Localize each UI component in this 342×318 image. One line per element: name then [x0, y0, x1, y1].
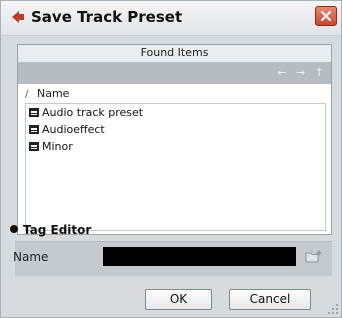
tag-editor-toggle-icon[interactable] [10, 225, 18, 233]
preset-name-field[interactable] [103, 247, 296, 266]
sort-indicator-icon: ∕ [25, 89, 29, 100]
add-attribute-icon[interactable] [305, 249, 323, 263]
list-item[interactable]: Audioeffect [29, 122, 105, 138]
ok-button[interactable]: OK [145, 289, 212, 310]
preset-list-icon [29, 107, 39, 117]
list-item-label: Minor [42, 140, 73, 153]
app-logo-icon [12, 11, 24, 23]
nav-arrows-icon[interactable]: ← → ↑ [277, 66, 327, 79]
preset-list-icon [29, 124, 39, 134]
found-items-header: Found Items [18, 45, 331, 63]
list-item[interactable]: Audio track preset [29, 105, 143, 121]
title-bar[interactable]: Save Track Preset [1, 1, 341, 36]
found-items-list[interactable]: Audio track preset Audioeffect Minor [25, 103, 326, 231]
save-track-preset-dialog: Save Track Preset Found Items ← → ↑ ∕ Nam… [0, 0, 342, 318]
preset-list-icon [29, 141, 39, 151]
list-item[interactable]: Minor [29, 139, 73, 155]
tag-editor-title[interactable]: Tag Editor [23, 223, 91, 237]
found-items-panel: Found Items ← → ↑ ∕ Name Audio track pres… [17, 44, 332, 235]
cancel-button[interactable]: Cancel [229, 289, 311, 310]
list-item-label: Audio track preset [42, 106, 144, 119]
found-items-list-area: ∕ Name Audio track preset Audioeffect Min… [18, 84, 331, 234]
window-title: Save Track Preset [31, 8, 183, 26]
tag-name-label: Name [13, 250, 49, 264]
found-items-nav-bar: ← → ↑ [18, 63, 331, 84]
resize-grip-icon[interactable] [325, 301, 339, 315]
close-button[interactable] [315, 6, 337, 26]
name-column-label: Name [37, 87, 70, 100]
close-icon [320, 10, 332, 22]
list-item-label: Audioeffect [42, 123, 105, 136]
name-column-header[interactable]: ∕ Name [25, 87, 325, 103]
